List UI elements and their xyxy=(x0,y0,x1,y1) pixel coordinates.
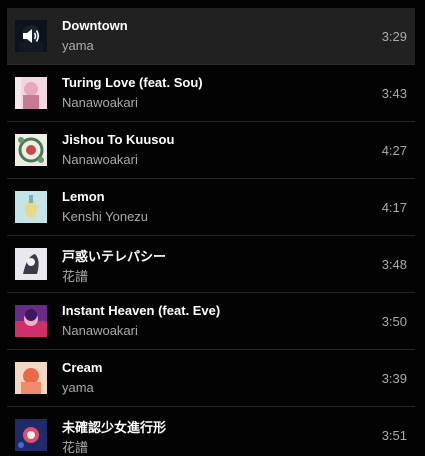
speaker-icon xyxy=(15,20,47,52)
play-queue: Downtown yama 3:29 Turing Love (feat. So… xyxy=(0,0,425,456)
track-title: Turing Love (feat. Sou) xyxy=(62,75,203,90)
album-art xyxy=(15,134,47,166)
track-artist[interactable]: Nanawoakari xyxy=(62,152,138,167)
track-artist[interactable]: yama xyxy=(62,38,94,53)
queue-item-cream[interactable]: Cream yama 3:39 xyxy=(7,350,415,407)
track-title: Downtown xyxy=(62,18,128,33)
album-art xyxy=(15,77,47,109)
album-art xyxy=(15,191,47,223)
track-duration: 3:48 xyxy=(381,257,407,272)
track-artist[interactable]: Nanawoakari xyxy=(62,95,138,110)
track-duration: 4:27 xyxy=(381,143,407,158)
queue-item-turing-love[interactable]: Turing Love (feat. Sou) Nanawoakari 3:43 xyxy=(7,65,415,122)
track-duration: 3:43 xyxy=(381,86,407,101)
queue-item-mikakunin-shoujo[interactable]: 未確認少女進行形 花譜 3:51 xyxy=(7,407,415,456)
album-art xyxy=(15,362,47,394)
queue-item-instant-heaven[interactable]: Instant Heaven (feat. Eve) Nanawoakari 3… xyxy=(7,293,415,350)
track-title: Lemon xyxy=(62,189,105,204)
track-title: Instant Heaven (feat. Eve) xyxy=(62,303,221,318)
track-artist[interactable]: yama xyxy=(62,380,94,395)
track-title: Jishou To Kuusou xyxy=(62,132,175,147)
album-art xyxy=(15,419,47,451)
album-art xyxy=(15,305,47,337)
track-title: 戸惑いテレパシー xyxy=(62,249,167,264)
queue-item-downtown[interactable]: Downtown yama 3:29 xyxy=(7,8,415,65)
track-artist[interactable]: 花譜 xyxy=(62,437,88,456)
track-duration: 3:29 xyxy=(381,29,407,44)
track-title: 未確認少女進行形 xyxy=(62,420,167,435)
track-artist[interactable]: 花譜 xyxy=(62,266,88,285)
queue-item-lemon[interactable]: Lemon Kenshi Yonezu 4:17 xyxy=(7,179,415,236)
track-duration: 3:51 xyxy=(381,428,407,443)
track-duration: 3:39 xyxy=(381,371,407,386)
queue-item-tomadoi-telepathy[interactable]: 戸惑いテレパシー 花譜 3:48 xyxy=(7,236,415,293)
album-art xyxy=(15,20,47,52)
track-duration: 3:50 xyxy=(381,314,407,329)
track-duration: 4:17 xyxy=(381,200,407,215)
album-art xyxy=(15,248,47,280)
track-artist[interactable]: Kenshi Yonezu xyxy=(62,209,148,224)
track-title: Cream xyxy=(62,360,103,375)
track-artist[interactable]: Nanawoakari xyxy=(62,323,138,338)
queue-item-jishou-to-kuusou[interactable]: Jishou To Kuusou Nanawoakari 4:27 xyxy=(7,122,415,179)
